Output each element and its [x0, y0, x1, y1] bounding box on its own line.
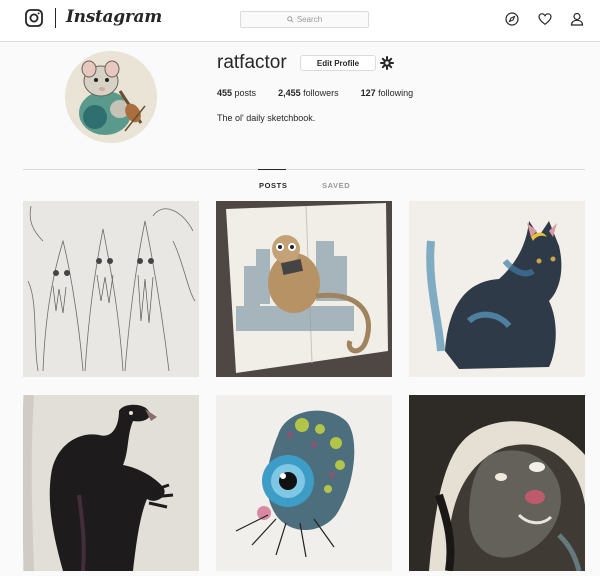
logo-divider — [55, 8, 56, 28]
post-thumbnail[interactable] — [23, 395, 199, 571]
active-tab-indicator — [258, 169, 286, 170]
posts-count: 455 — [217, 88, 233, 98]
post-thumbnail[interactable] — [23, 201, 199, 377]
profile-username: ratfactor — [217, 52, 287, 73]
top-navigation-bar: Instagram Search — [0, 0, 600, 42]
following-count: 127 — [360, 88, 376, 98]
heart-icon[interactable] — [538, 12, 552, 26]
post-thumbnail[interactable] — [409, 201, 585, 377]
edit-profile-button[interactable]: Edit Profile — [300, 55, 376, 71]
profile-icon[interactable] — [570, 12, 584, 26]
posts-stat: 455 posts — [217, 88, 256, 98]
posts-label: posts — [234, 88, 257, 98]
profile-stats: 455 posts 2,455 followers 127 following — [217, 88, 435, 98]
post-image-dark-creature — [409, 395, 585, 571]
post-image-bug-eyed-creature — [216, 395, 392, 571]
following-label: following — [378, 88, 414, 98]
search-placeholder: Search — [296, 15, 323, 24]
post-image-vulture — [23, 395, 199, 571]
search-icon — [287, 16, 294, 23]
post-thumbnail[interactable] — [216, 201, 392, 377]
post-thumbnail[interactable] — [216, 395, 392, 571]
post-image-pencil-sketch — [23, 201, 199, 377]
post-thumbnail[interactable] — [409, 395, 585, 571]
brand-wordmark[interactable]: Instagram — [66, 7, 162, 27]
post-image-lemur-sketchbook — [216, 201, 392, 377]
gear-icon[interactable] — [380, 56, 394, 70]
following-stat[interactable]: 127 following — [361, 88, 414, 98]
explore-compass-icon[interactable] — [505, 12, 519, 26]
followers-stat[interactable]: 2,455 followers — [278, 88, 339, 98]
instagram-logo-icon[interactable] — [25, 9, 43, 27]
followers-count: 2,455 — [278, 88, 301, 98]
profile-avatar[interactable] — [65, 51, 157, 143]
followers-label: followers — [303, 88, 339, 98]
search-input[interactable]: Search — [240, 11, 369, 28]
tab-saved[interactable]: SAVED — [322, 181, 350, 190]
post-image-black-cat — [409, 201, 585, 377]
tabs-divider — [23, 169, 585, 170]
profile-bio: The ol' daily sketchbook. — [217, 113, 316, 123]
tab-posts[interactable]: POSTS — [259, 181, 287, 190]
